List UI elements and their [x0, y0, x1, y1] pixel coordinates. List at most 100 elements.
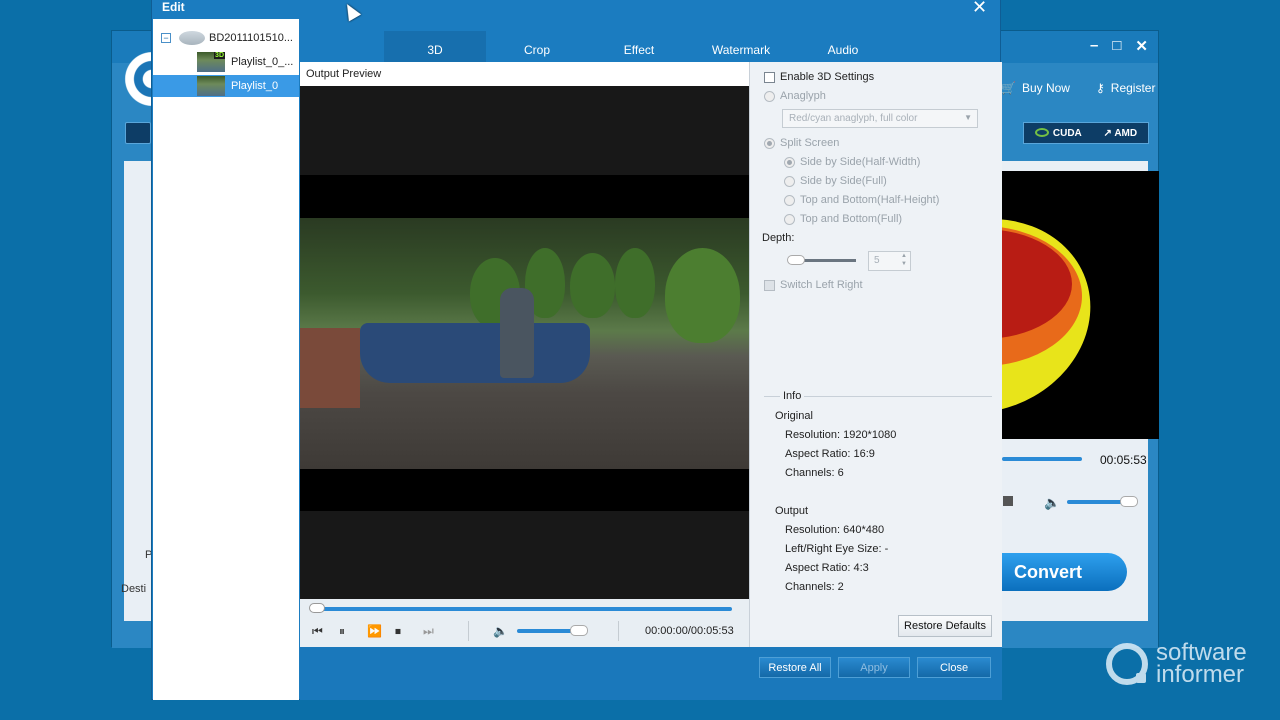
add-file-button[interactable]: [125, 122, 151, 144]
enable-3d-label: Enable 3D Settings: [780, 71, 875, 83]
scene-tree: [615, 248, 655, 318]
volume-knob[interactable]: [570, 625, 588, 636]
info-legend: Info: [780, 390, 805, 402]
tree-item-label: BD2011101510...: [209, 32, 293, 44]
background-preview: [1002, 171, 1159, 439]
seek-knob[interactable]: [309, 603, 325, 613]
radio-icon[interactable]: [784, 156, 795, 168]
software-informer-watermark: software informer: [1106, 641, 1247, 688]
output-preview-label: Output Preview: [306, 68, 382, 80]
original-heading: Original: [775, 410, 813, 422]
destination-label: Desti: [121, 583, 147, 595]
background-progress-bar[interactable]: [1002, 457, 1082, 461]
collapse-icon[interactable]: −: [161, 33, 171, 43]
scene-pillar: [300, 328, 360, 408]
maximize-icon[interactable]: □: [1112, 37, 1121, 55]
video-preview: [300, 86, 749, 599]
video-thumbnail: 3D: [197, 52, 225, 72]
radio-icon[interactable]: [784, 213, 795, 225]
output-eye-size: Left/Right Eye Size: -: [785, 543, 889, 555]
sbs-full-label: Side by Side(Full): [800, 175, 887, 187]
close-icon[interactable]: ✕: [1135, 37, 1148, 55]
skip-forward-icon[interactable]: ⏭: [423, 624, 434, 639]
restore-defaults-button[interactable]: Restore Defaults: [898, 615, 992, 637]
tb-full-radio[interactable]: Top and Bottom(Full): [784, 213, 902, 225]
sbs-half-radio[interactable]: Side by Side(Half-Width): [784, 156, 920, 168]
3d-settings-panel: Enable 3D Settings Anaglyph Red/cyan ana…: [749, 62, 1002, 647]
spin-up-icon[interactable]: ▲: [901, 253, 907, 259]
enable-3d-checkbox[interactable]: Enable 3D Settings: [764, 71, 874, 83]
seek-track[interactable]: [318, 607, 732, 611]
switch-left-right-checkbox[interactable]: Switch Left Right: [764, 279, 863, 291]
key-icon: ⚷: [1095, 81, 1105, 95]
tree-item-playlist-3d[interactable]: 3D Playlist_0_...: [197, 51, 293, 73]
radio-icon[interactable]: [784, 175, 795, 187]
informer-logo-icon: [1106, 643, 1148, 685]
tree-item-playlist-selected[interactable]: Playlist_0: [153, 75, 299, 97]
depth-spinbox[interactable]: 5 ▲ ▼: [868, 251, 911, 271]
anaglyph-label: Anaglyph: [780, 90, 826, 102]
split-screen-label: Split Screen: [780, 137, 840, 149]
tb-full-label: Top and Bottom(Full): [800, 213, 903, 225]
tree-item-disc[interactable]: − BD2011101510...: [153, 27, 293, 49]
nvidia-icon: [1034, 128, 1049, 138]
sbs-full-radio[interactable]: Side by Side(Full): [784, 175, 887, 187]
radio-icon[interactable]: [764, 137, 775, 149]
preview-header: Output Preview: [300, 62, 749, 86]
separator: [468, 621, 469, 641]
folder-icon[interactable]: [1003, 496, 1013, 506]
volume-slider[interactable]: [517, 629, 577, 633]
chevron-down-icon: ▼: [964, 113, 972, 122]
player-controls: ⏮ ⏸ ⏩ ⏹ ⏭ 🔈 00:00:00/00:05:53: [300, 617, 749, 647]
anaglyph-option: Red/cyan anaglyph, full color: [789, 113, 918, 124]
edit-dialog: Edit ✕ − BD2011101510... 3D Playlist_0_.…: [151, 0, 1002, 700]
tb-half-radio[interactable]: Top and Bottom(Half-Height): [784, 194, 939, 206]
background-volume-knob[interactable]: [1120, 496, 1138, 507]
radio-icon[interactable]: [784, 194, 795, 206]
spin-down-icon[interactable]: ▼: [901, 261, 907, 267]
register-button[interactable]: ⚷ Register: [1096, 81, 1155, 95]
depth-slider-knob[interactable]: [787, 255, 805, 265]
sbs-half-label: Side by Side(Half-Width): [800, 156, 921, 168]
dialog-close-icon[interactable]: ✕: [972, 0, 987, 18]
pause-icon[interactable]: ⏸: [339, 624, 345, 639]
video-scene: [300, 218, 749, 469]
original-resolution: Resolution: 1920*1080: [785, 429, 897, 441]
tree-item-label: Playlist_0: [231, 80, 279, 92]
tree-item-label: Playlist_0_...: [231, 56, 294, 68]
anaglyph-dropdown[interactable]: Red/cyan anaglyph, full color ▼: [782, 109, 978, 128]
volume-icon[interactable]: 🔈: [493, 624, 508, 638]
skip-back-icon[interactable]: ⏮: [312, 624, 323, 639]
stop-icon[interactable]: ⏹: [395, 624, 401, 639]
minimize-icon[interactable]: –: [1090, 37, 1098, 55]
checkbox-icon[interactable]: [764, 71, 775, 83]
gpu-acceleration-badge: CUDA ↗ AMD: [1023, 122, 1149, 144]
cuda-label: CUDA: [1034, 128, 1082, 139]
convert-button[interactable]: Convert: [990, 553, 1127, 591]
apply-button[interactable]: Apply: [838, 657, 910, 678]
fast-forward-icon[interactable]: ⏩: [367, 624, 382, 638]
tb-half-label: Top and Bottom(Half-Height): [800, 194, 940, 206]
original-aspect-ratio: Aspect Ratio: 16:9: [785, 448, 875, 460]
radio-icon[interactable]: [764, 90, 775, 102]
dialog-footer: Restore All Apply Close: [300, 647, 1002, 700]
anaglyph-radio[interactable]: Anaglyph: [764, 90, 826, 102]
playback-time: 00:00:00/00:05:53: [645, 625, 734, 637]
original-channels: Channels: 6: [785, 467, 844, 479]
depth-label: Depth:: [762, 232, 795, 244]
background-duration: 00:05:53: [1100, 453, 1147, 467]
close-button[interactable]: Close: [917, 657, 991, 678]
split-screen-radio[interactable]: Split Screen: [764, 137, 839, 149]
seek-bar[interactable]: [300, 599, 749, 617]
watermark-line2: informer: [1156, 661, 1245, 688]
video-thumbnail: [197, 76, 225, 96]
scene-person: [500, 288, 534, 378]
scene-tree: [570, 253, 615, 318]
checkbox-icon[interactable]: [764, 279, 775, 291]
volume-icon[interactable]: 🔈: [1044, 495, 1060, 511]
dialog-title: Edit: [162, 0, 185, 14]
restore-all-button[interactable]: Restore All: [759, 657, 831, 678]
buy-now-button[interactable]: 🛒 Buy Now: [1001, 81, 1070, 95]
disc-icon: [179, 31, 205, 45]
amd-label: ↗ AMD: [1103, 127, 1138, 139]
